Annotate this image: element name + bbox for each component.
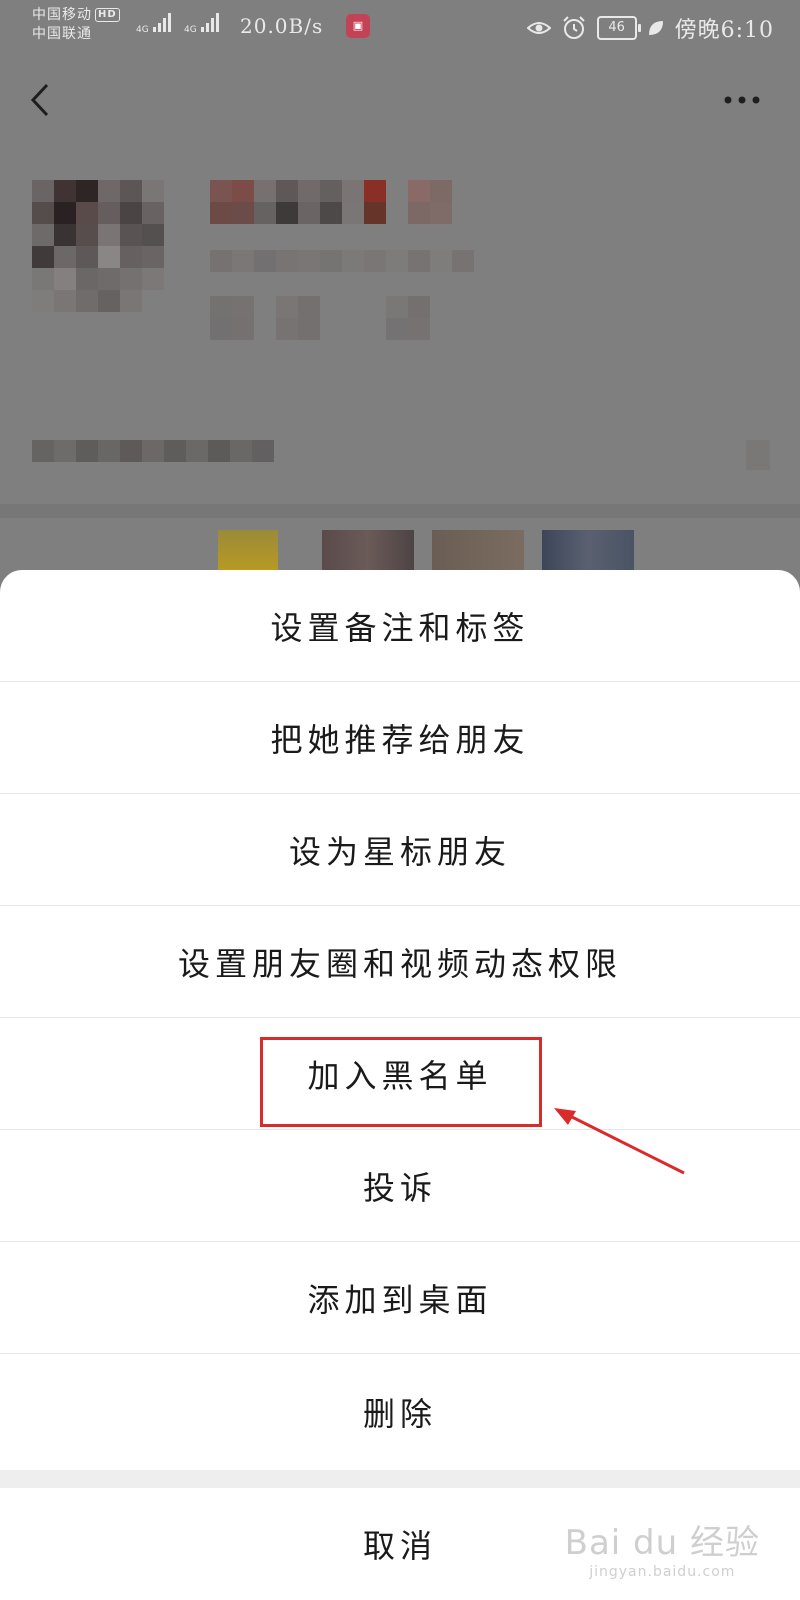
net-speed: 20.0B/s bbox=[240, 14, 324, 38]
battery-level: 46 bbox=[608, 20, 625, 35]
battery-icon: 46 bbox=[596, 16, 641, 40]
network-1-label: 4G bbox=[136, 25, 149, 35]
watermark-url: jingyan.baidu.com bbox=[589, 1564, 736, 1580]
highlight-box bbox=[260, 1037, 542, 1127]
status-bar: 中国移动 HD 中国联通 4G 4G 20.0B/s ▣ 46 傍晚6:10 bbox=[0, 0, 800, 56]
menu-recommend-to-friend[interactable]: 把她推荐给朋友 bbox=[0, 682, 800, 794]
network-2-label: 4G bbox=[184, 25, 197, 35]
signal-2-icon: 4G bbox=[184, 10, 219, 35]
alarm-icon bbox=[562, 16, 585, 39]
more-options-icon[interactable] bbox=[722, 92, 762, 108]
watermark-logo: Bai du 经验 bbox=[564, 1523, 760, 1563]
divider bbox=[0, 504, 800, 518]
menu-delete[interactable]: 删除 bbox=[0, 1354, 800, 1470]
shopping-app-icon: ▣ bbox=[346, 14, 370, 38]
leaf-icon bbox=[648, 21, 663, 35]
carrier-info: 中国移动 HD 中国联通 bbox=[32, 6, 120, 44]
carrier-2: 中国联通 bbox=[32, 26, 92, 42]
menu-set-remark-tags[interactable]: 设置备注和标签 bbox=[0, 570, 800, 682]
status-icons: 46 傍晚6:10 bbox=[526, 12, 774, 44]
baidu-watermark: Bai du 经验 jingyan.baidu.com bbox=[565, 1515, 760, 1580]
menu-add-to-desktop[interactable]: 添加到桌面 bbox=[0, 1242, 800, 1354]
sheet-divider bbox=[0, 1470, 800, 1488]
signal-1-icon: 4G bbox=[136, 10, 171, 35]
menu-star-friend[interactable]: 设为星标朋友 bbox=[0, 794, 800, 906]
hd-badge: HD bbox=[95, 8, 120, 22]
menu-moments-permissions[interactable]: 设置朋友圈和视频动态权限 bbox=[0, 906, 800, 1018]
clock: 傍晚6:10 bbox=[674, 18, 774, 43]
eye-comfort-icon bbox=[526, 22, 551, 34]
annotation-arrow-icon bbox=[554, 1108, 685, 1175]
carrier-1: 中国移动 bbox=[32, 7, 92, 23]
back-arrow-icon[interactable] bbox=[28, 82, 52, 118]
